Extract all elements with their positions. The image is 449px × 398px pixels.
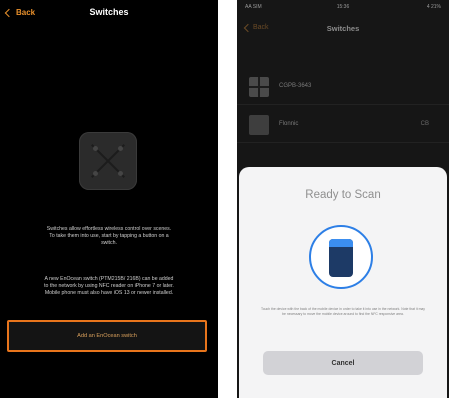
nfc-scan-icon — [309, 225, 373, 289]
nfc-requirements-note: A new EnOcean switch (PTM215B/ 216B) can… — [44, 276, 174, 297]
scan-title: Ready to Scan — [305, 189, 381, 201]
add-switch-label: Add an EnOcean switch — [77, 333, 137, 339]
switch-name: Flonnic — [279, 121, 299, 127]
switch-list-item[interactable]: Flonnic CB — [237, 108, 449, 143]
cancel-label: Cancel — [331, 359, 355, 367]
switch-button-dot — [118, 171, 123, 176]
left-phone-screen: Back Switches Switches allow effortless … — [0, 0, 218, 398]
add-enocean-switch-button[interactable]: Add an EnOcean switch — [7, 320, 207, 352]
right-phone-screen: AA SIM 15:36 4 21% Back Switches CGPB-36… — [237, 0, 449, 398]
switches-description: Switches allow effortless wireless contr… — [46, 226, 172, 247]
screenshot-canvas: Back Switches Switches allow effortless … — [0, 0, 449, 398]
page-title: Switches — [89, 7, 129, 17]
battery-status: 4 21% — [426, 4, 441, 10]
switch-button-dot — [118, 146, 123, 151]
page-title: Switches — [326, 24, 360, 33]
switch-list-item[interactable]: CGPB-3643 — [237, 70, 449, 105]
navigation-bar: Back Switches — [0, 4, 218, 26]
switch-thumbnail-icon — [249, 115, 269, 135]
switch-button-dot — [93, 146, 98, 151]
switch-thumbnail-icon — [249, 77, 269, 97]
nfc-scan-sheet: Ready to Scan Touch the device with the … — [239, 167, 447, 398]
phone-icon — [329, 239, 353, 277]
switch-button-dot — [93, 171, 98, 176]
cancel-button[interactable]: Cancel — [263, 351, 423, 375]
status-bar: AA SIM 15:36 4 21% — [237, 4, 449, 14]
scan-instructions: Touch the device with the back of the mo… — [261, 307, 425, 317]
switch-value: CB — [420, 121, 429, 127]
switch-name: CGPB-3643 — [279, 83, 312, 89]
phone-top-highlight — [329, 239, 353, 247]
status-time: 15:36 — [336, 4, 350, 10]
switch-device-icon — [79, 132, 137, 190]
